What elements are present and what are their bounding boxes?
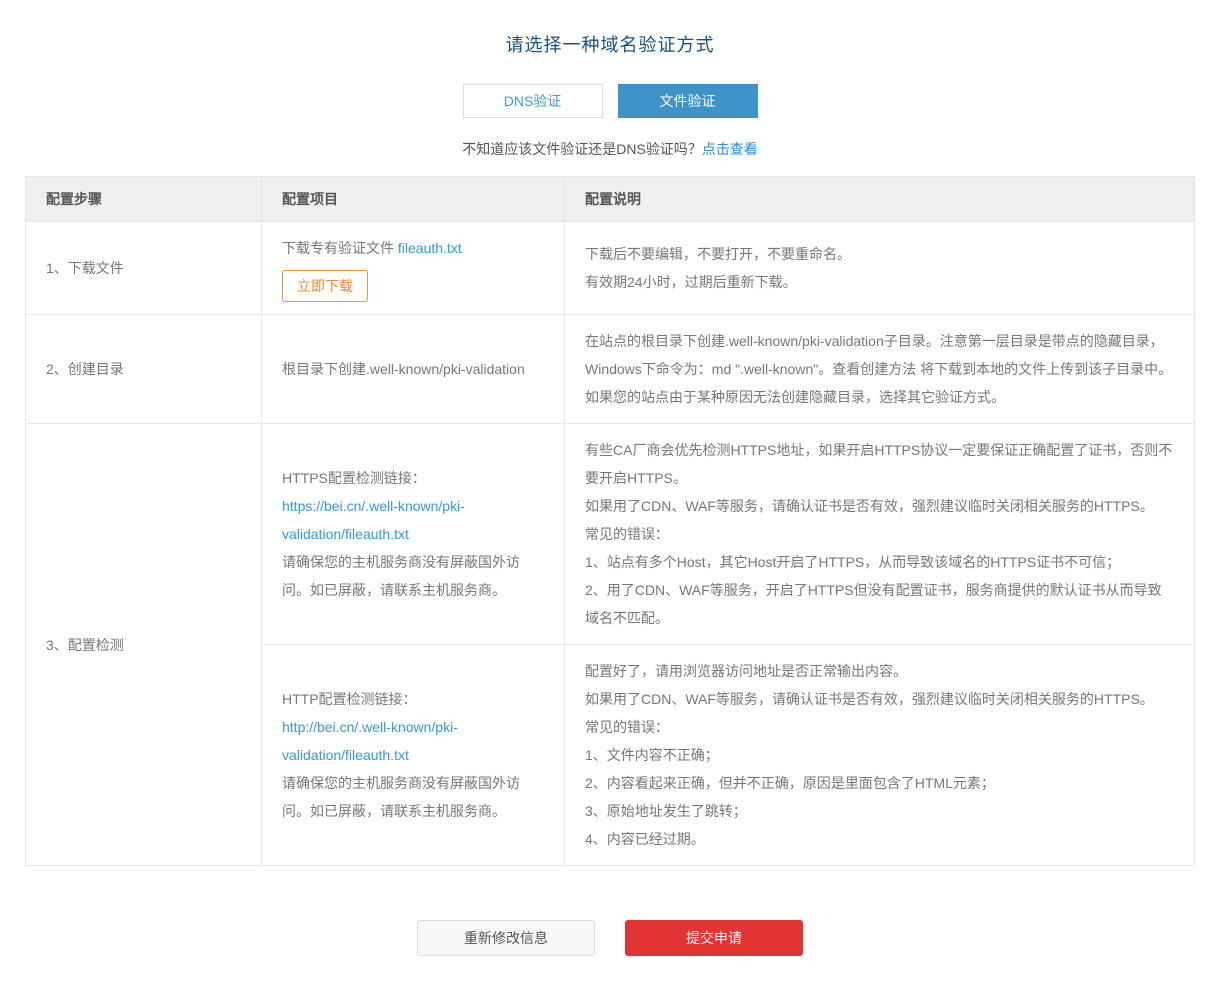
desc-line: 配置好了，请用浏览器访问地址是否正常输出内容。 (585, 657, 1174, 685)
table-header-row: 配置步骤 配置项目 配置说明 (26, 177, 1195, 222)
config-table-wrap: 配置步骤 配置项目 配置说明 1、下载文件 下载专有验证文件 fileauth.… (25, 176, 1195, 866)
config-table: 配置步骤 配置项目 配置说明 1、下载文件 下载专有验证文件 fileauth.… (25, 176, 1195, 866)
table-row-config-check-https: 3、配置检测 HTTPS配置检测链接： https://bei.cn/.well… (26, 424, 1195, 645)
desc-line: 1、文件内容不正确； (585, 741, 1174, 769)
desc-cell: 有些CA厂商会优先检测HTTPS地址，如果开启HTTPS协议一定要保证正确配置了… (565, 424, 1195, 645)
https-check-note: 请确保您的主机服务商没有屏蔽国外访问。如已屏蔽，请联系主机服务商。 (282, 548, 544, 604)
desc-line: 如果用了CDN、WAF等服务，请确认证书是否有效，强烈建议临时关闭相关服务的HT… (585, 492, 1174, 520)
help-view-link[interactable]: 点击查看 (702, 141, 758, 157)
https-check-link-line: https://bei.cn/.well-known/pki-validatio… (282, 492, 544, 548)
desc-line: 有些CA厂商会优先检测HTTPS地址，如果开启HTTPS协议一定要保证正确配置了… (585, 436, 1174, 492)
item-cell: 根目录下创建.well-known/pki-validation (262, 315, 565, 424)
http-check-link-line: http://bei.cn/.well-known/pki-validation… (282, 713, 544, 769)
desc-line: 在站点的根目录下创建.well-known/pki-validation子目录。… (585, 327, 1174, 411)
tab-dns-verification[interactable]: DNS验证 (463, 84, 603, 118)
desc-line: 有效期24小时，过期后重新下载。 (585, 268, 1174, 296)
desc-line: 如果用了CDN、WAF等服务，请确认证书是否有效，强烈建议临时关闭相关服务的HT… (585, 685, 1174, 713)
fileauth-txt-link[interactable]: fileauth.txt (398, 240, 462, 256)
step-cell: 1、下载文件 (26, 222, 262, 315)
footer-actions: 重新修改信息 提交申请 (0, 920, 1220, 956)
desc-line: 3、原始地址发生了跳转； (585, 797, 1174, 825)
create-dir-text: 根目录下创建.well-known/pki-validation (282, 355, 544, 383)
desc-line: 2、内容看起来正确，但并不正确，原因是里面包含了HTML元素； (585, 769, 1174, 797)
tab-file-verification[interactable]: 文件验证 (618, 84, 758, 118)
modify-info-button[interactable]: 重新修改信息 (417, 920, 595, 956)
submit-application-button[interactable]: 提交申请 (625, 920, 803, 956)
desc-cell: 配置好了，请用浏览器访问地址是否正常输出内容。 如果用了CDN、WAF等服务，请… (565, 645, 1195, 866)
download-file-line: 下载专有验证文件 fileauth.txt (282, 234, 544, 262)
table-row-create-directory: 2、创建目录 根目录下创建.well-known/pki-validation … (26, 315, 1195, 424)
desc-line: 4、内容已经过期。 (585, 825, 1174, 853)
page-title: 请选择一种域名验证方式 (0, 31, 1220, 57)
help-text: 不知道应该文件验证还是DNS验证吗？ (462, 141, 702, 157)
https-check-link[interactable]: https://bei.cn/.well-known/pki-validatio… (282, 498, 465, 542)
step-cell: 2、创建目录 (26, 315, 262, 424)
item-cell: 下载专有验证文件 fileauth.txt 立即下载 (262, 222, 565, 315)
header-config-desc: 配置说明 (565, 177, 1195, 222)
verification-tabs: DNS验证 文件验证 (0, 84, 1220, 118)
http-check-label: HTTP配置检测链接： (282, 685, 544, 713)
http-check-link[interactable]: http://bei.cn/.well-known/pki-validation… (282, 719, 458, 763)
desc-line: 1、站点有多个Host，其它Host开启了HTTPS，从而导致该域名的HTTPS… (585, 548, 1174, 576)
header-config-item: 配置项目 (262, 177, 565, 222)
header-config-step: 配置步骤 (26, 177, 262, 222)
desc-cell: 在站点的根目录下创建.well-known/pki-validation子目录。… (565, 315, 1195, 424)
download-file-text: 下载专有验证文件 (282, 240, 398, 256)
desc-line: 常见的错误： (585, 713, 1174, 741)
item-cell: HTTP配置检测链接： http://bei.cn/.well-known/pk… (262, 645, 565, 866)
desc-line: 2、用了CDN、WAF等服务，开启了HTTPS但没有配置证书，服务商提供的默认证… (585, 576, 1174, 632)
item-cell: HTTPS配置检测链接： https://bei.cn/.well-known/… (262, 424, 565, 645)
desc-cell: 下载后不要编辑，不要打开，不要重命名。 有效期24小时，过期后重新下载。 (565, 222, 1195, 315)
step-cell: 3、配置检测 (26, 424, 262, 866)
table-row-download-file: 1、下载文件 下载专有验证文件 fileauth.txt 立即下载 下载后不要编… (26, 222, 1195, 315)
help-line: 不知道应该文件验证还是DNS验证吗？点击查看 (0, 139, 1220, 159)
desc-line: 下载后不要编辑，不要打开，不要重命名。 (585, 240, 1174, 268)
http-check-note: 请确保您的主机服务商没有屏蔽国外访问。如已屏蔽，请联系主机服务商。 (282, 769, 544, 825)
https-check-label: HTTPS配置检测链接： (282, 464, 544, 492)
download-now-button[interactable]: 立即下载 (282, 270, 368, 302)
desc-line: 常见的错误： (585, 520, 1174, 548)
